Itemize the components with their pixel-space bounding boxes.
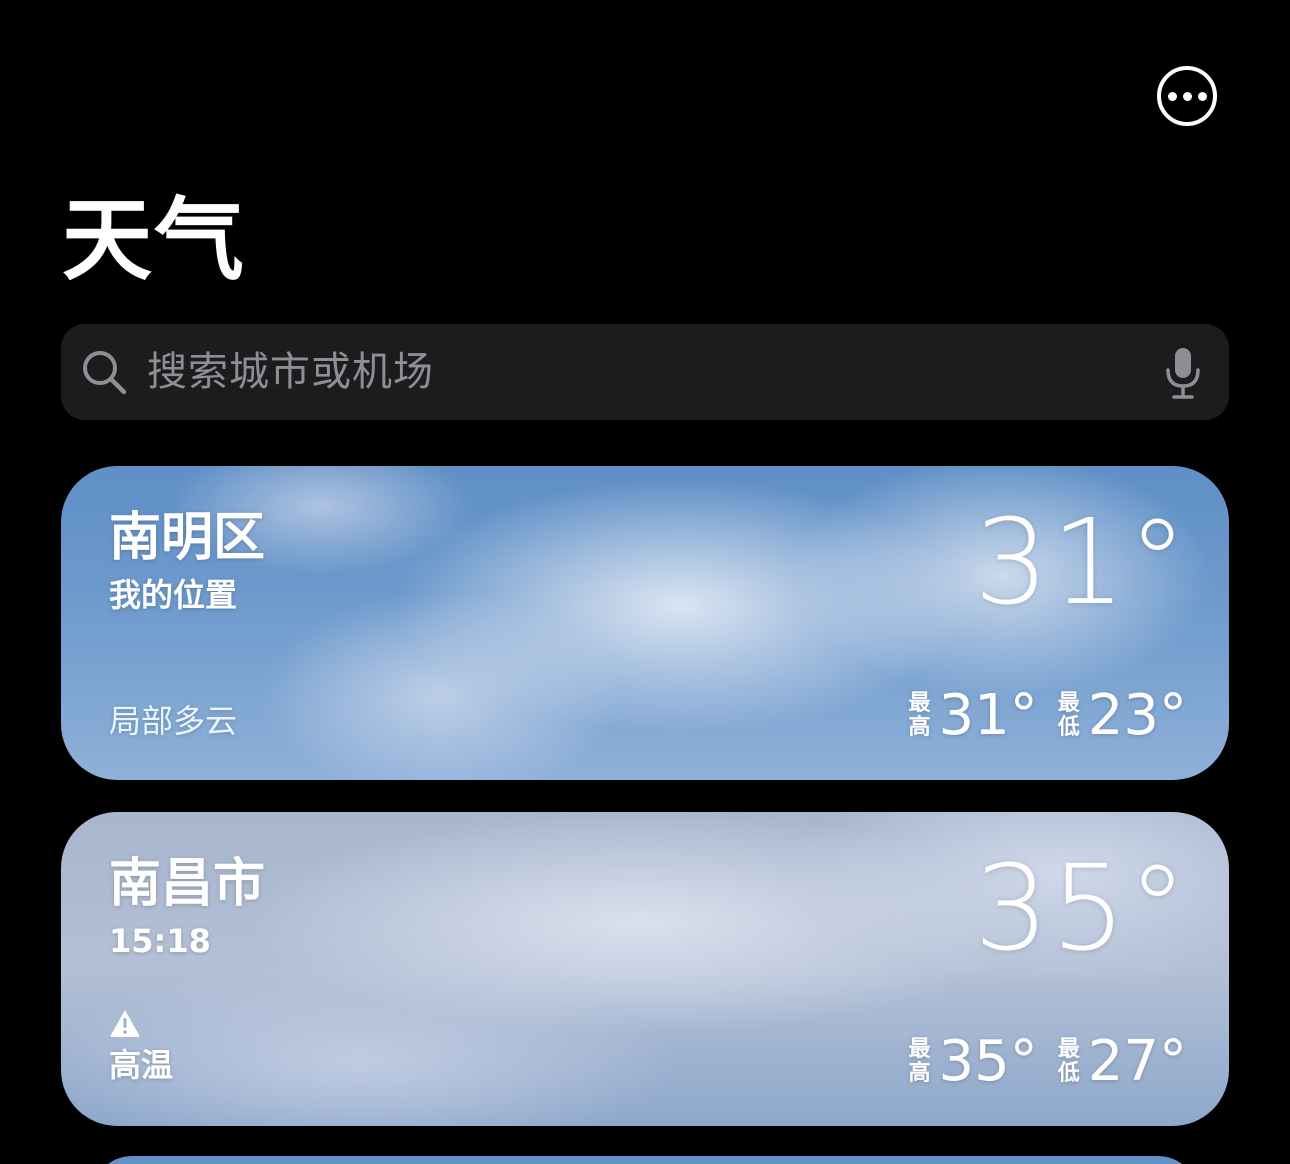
high-low-temperatures: 最 高 31° 最 低 23° [908,684,1187,748]
weather-alert: 高温 [109,1008,173,1084]
location-card-nanchang[interactable]: 南昌市 15:18 35° 高温 最 高 35° 最 低 27° [61,812,1229,1126]
location-name: 南昌市 [109,854,266,914]
microphone-icon[interactable] [1164,346,1202,400]
weather-condition: 局部多云 [109,702,238,740]
location-card-nanming[interactable]: 南明区 我的位置 31° 局部多云 最 高 31° 最 低 23° [61,466,1229,780]
ellipsis-circle-icon [1167,91,1177,101]
high-low-temperatures: 最 高 35° 最 低 27° [908,1030,1187,1094]
high-label: 最 高 [908,691,931,740]
ellipsis-dot [1197,91,1207,101]
current-temperature: 31° [973,493,1189,631]
ellipsis-dot [1182,91,1192,101]
location-card-partial[interactable] [92,1156,1198,1164]
location-time: 15:18 [109,922,211,960]
page-title: 天气 [62,188,246,293]
search-input[interactable]: 搜索城市或机场 [147,346,434,398]
high-label: 最 高 [908,1037,931,1086]
location-name: 南明区 [109,508,266,568]
low-label: 最 低 [1057,691,1080,740]
warning-triangle-icon [110,1010,140,1037]
weather-screen: 天气 搜索城市或机场 南明区 我的位置 31° 局部多云 最 高 31° 最 低… [0,0,1290,1164]
low-temperature: 27° [1087,1029,1187,1094]
high-temperature: 35° [938,1029,1038,1094]
location-subtitle: 我的位置 [109,576,238,614]
magnifying-glass-icon [83,351,127,395]
low-temperature: 23° [1087,683,1187,748]
high-temperature: 31° [938,683,1038,748]
current-temperature: 35° [973,839,1189,977]
more-options-button[interactable] [1157,66,1217,126]
low-label: 最 低 [1057,1037,1080,1086]
alert-label: 高温 [109,1046,174,1084]
